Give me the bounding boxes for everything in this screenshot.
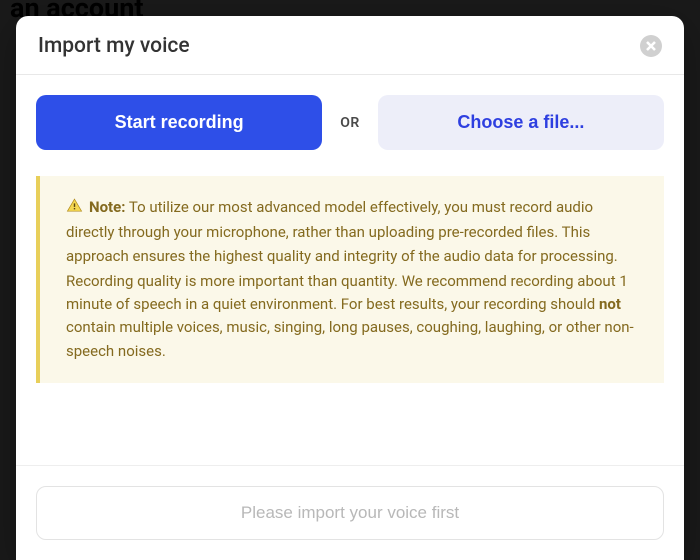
modal-body: Start recording OR Choose a file... Note… bbox=[16, 75, 684, 465]
warning-icon bbox=[66, 197, 83, 221]
note-label: Note: bbox=[89, 198, 125, 216]
import-voice-modal: Import my voice Start recording OR Choos… bbox=[16, 16, 684, 560]
note-box: Note: To utilize our most advanced model… bbox=[36, 176, 664, 383]
note-paragraph-2b: contain multiple voices, music, singing,… bbox=[66, 318, 634, 359]
close-button[interactable] bbox=[640, 35, 662, 57]
or-separator: OR bbox=[340, 115, 360, 131]
modal-header: Import my voice bbox=[16, 16, 684, 75]
import-voice-submit-button: Please import your voice first bbox=[36, 486, 664, 540]
note-paragraph-2a: Recording quality is more important than… bbox=[66, 272, 628, 313]
start-recording-button[interactable]: Start recording bbox=[36, 95, 322, 150]
choose-file-button[interactable]: Choose a file... bbox=[378, 95, 664, 150]
modal-title: Import my voice bbox=[38, 34, 190, 58]
close-icon bbox=[646, 39, 656, 54]
modal-footer: Please import your voice first bbox=[16, 465, 684, 560]
note-paragraph-2-bold: not bbox=[599, 295, 621, 313]
action-button-row: Start recording OR Choose a file... bbox=[36, 95, 664, 150]
note-paragraph-1: To utilize our most advanced model effec… bbox=[66, 198, 618, 265]
